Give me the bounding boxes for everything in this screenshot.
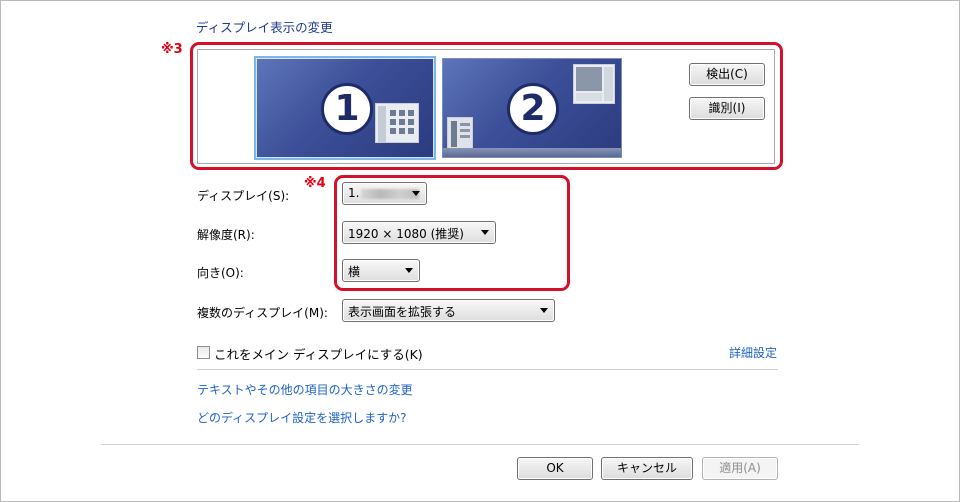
multiple-displays-select-value: 表示画面を拡張する (348, 305, 457, 319)
orientation-select-value: 横 (348, 265, 361, 279)
chevron-down-icon (412, 191, 420, 196)
display-select-value: 1. (348, 186, 360, 200)
divider (197, 369, 778, 370)
display-settings-window-thumbnail (375, 103, 419, 143)
monitor-1[interactable]: 1 (254, 56, 436, 160)
taskbar (443, 148, 621, 157)
main-display-checkbox-label[interactable]: これをメイン ディスプレイにする(K) (214, 344, 423, 363)
window-grid-icon (378, 106, 414, 142)
resolution-label: 解像度(R): (197, 228, 255, 242)
cancel-button[interactable]: キャンセル (601, 457, 693, 480)
text-size-link[interactable]: テキストやその他の項目の大きさの変更 (197, 381, 413, 398)
dialog-heading: ディスプレイ表示の変更 (196, 20, 333, 35)
apply-button[interactable]: 適用(A) (702, 457, 778, 480)
monitor-number-2: 2 (507, 83, 559, 135)
monitor-number-1: 1 (321, 83, 373, 135)
small-window-thumbnail (447, 117, 473, 149)
annotation-marker-3: ※3 (161, 42, 183, 57)
main-display-checkbox[interactable] (197, 346, 210, 359)
list-icon (451, 121, 470, 147)
orientation-label: 向き(O): (197, 266, 244, 280)
chevron-down-icon (540, 308, 548, 313)
window-panel-icon (576, 67, 613, 101)
which-settings-link[interactable]: どのディスプレイ設定を選択しますか? (197, 409, 407, 426)
window-thumbnail (573, 64, 615, 104)
identify-button[interactable]: 識別(I) (689, 97, 765, 120)
orientation-select[interactable]: 横 (342, 259, 420, 282)
display-select[interactable]: 1. (342, 182, 427, 205)
resolution-select[interactable]: 1920 × 1080 (推奨) (342, 221, 496, 244)
chevron-down-icon (405, 268, 413, 273)
monitor-preview-area: 1 2 検出(C) 識別(I) (197, 49, 775, 164)
resolution-select-value: 1920 × 1080 (推奨) (348, 227, 464, 241)
redacted-display-name (361, 188, 420, 199)
annotation-marker-4: ※4 (304, 176, 326, 191)
advanced-settings-link[interactable]: 詳細設定 (729, 344, 777, 361)
chevron-down-icon (481, 230, 489, 235)
detect-button[interactable]: 検出(C) (689, 63, 765, 86)
footer-divider (101, 444, 859, 445)
multiple-displays-label: 複数のディスプレイ(M): (197, 306, 328, 320)
display-label: ディスプレイ(S): (197, 189, 290, 203)
monitor-2[interactable]: 2 (442, 58, 622, 158)
multiple-displays-select[interactable]: 表示画面を拡張する (342, 299, 555, 322)
ok-button[interactable]: OK (517, 457, 593, 480)
